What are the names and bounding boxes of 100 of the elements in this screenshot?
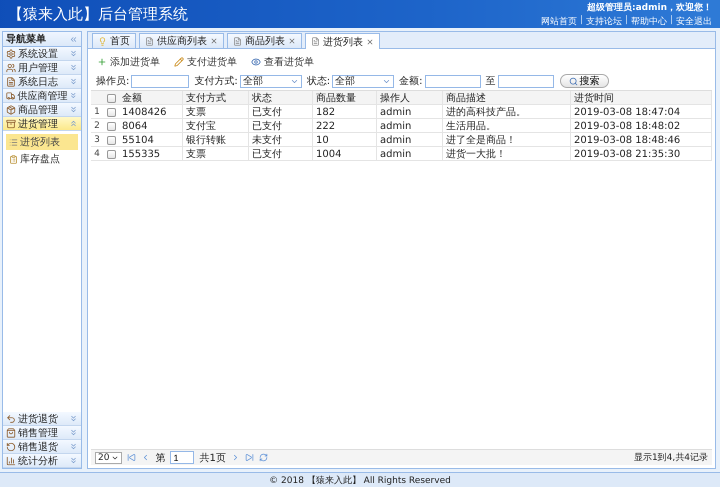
refresh-button[interactable] xyxy=(258,453,268,462)
package-icon xyxy=(6,104,16,114)
rotate-icon xyxy=(6,442,16,452)
filter-label: 金额: xyxy=(399,74,422,88)
table-cell: admin xyxy=(377,147,443,161)
page-label: 第 xyxy=(155,452,166,464)
plus-icon xyxy=(97,57,107,67)
toolbar-button[interactable]: 查看进货单 xyxy=(249,54,316,70)
header-link[interactable]: 网站首页 xyxy=(540,14,577,28)
expand-icon xyxy=(69,63,78,72)
document-icon xyxy=(311,37,320,46)
filter-label: 操作员: xyxy=(96,75,130,88)
list-icon xyxy=(9,138,18,146)
row-checkbox[interactable] xyxy=(106,150,116,158)
nav-section[interactable]: 进货退货 xyxy=(3,412,81,426)
filter-label: 支付方式: xyxy=(194,74,238,88)
table-cell: 支票 xyxy=(183,147,249,161)
welcome-text: 超级管理员:admin，欢迎您！ xyxy=(587,1,712,14)
last-page-button[interactable] xyxy=(244,453,254,462)
table-cell: 已支付 xyxy=(249,147,313,161)
first-page-button[interactable] xyxy=(127,453,136,462)
nav-section-label: 系统日志 xyxy=(18,76,59,88)
nav-section[interactable]: 统计分析 xyxy=(3,454,81,468)
nav-item[interactable]: 库存盘点 xyxy=(6,151,78,167)
bag-icon xyxy=(6,428,16,438)
filter-label: 状态: xyxy=(306,74,330,88)
expand-icon xyxy=(69,456,78,465)
expand-icon xyxy=(69,442,78,451)
nav-section[interactable]: 销售管理 xyxy=(3,426,81,440)
app-title: 【猿来入此】后台管理系统 xyxy=(8,4,188,24)
archive-icon xyxy=(6,118,16,128)
nav-title-text: 导航菜单 xyxy=(6,32,46,46)
header-link[interactable]: 安全退出 xyxy=(676,14,712,28)
operator-field[interactable] xyxy=(131,74,190,88)
document-icon xyxy=(145,36,154,46)
tab[interactable]: 商品列表 xyxy=(227,33,302,48)
link-separator: | xyxy=(624,14,628,26)
users-icon xyxy=(6,62,16,72)
page-size-select[interactable]: 20 xyxy=(95,452,122,464)
row-number: 2 xyxy=(93,121,101,131)
header-link[interactable]: 支持论坛 xyxy=(586,14,622,28)
header-link[interactable]: 帮助中心 xyxy=(630,14,667,28)
undo-icon xyxy=(6,414,16,424)
payment-select[interactable]: 全部 xyxy=(240,74,302,88)
page-number-field[interactable]: 1 xyxy=(170,451,194,464)
nav-section-label: 用户管理 xyxy=(18,62,59,74)
nav-section[interactable]: 系统日志 xyxy=(3,75,81,89)
nav-section-label: 统计分析 xyxy=(18,454,59,468)
tab[interactable]: 进货列表 xyxy=(305,33,380,49)
status-select[interactable]: 全部 xyxy=(332,74,394,88)
search-icon xyxy=(568,76,578,86)
search-button[interactable]: 搜索 xyxy=(560,74,608,88)
lightbulb-icon xyxy=(98,36,107,46)
bar-chart-icon xyxy=(6,456,16,466)
close-icon[interactable] xyxy=(366,38,374,46)
footer-text: © 2018 【猿来入此】 All Rights Reserved xyxy=(0,472,720,487)
close-icon[interactable] xyxy=(288,37,296,45)
row-checkbox[interactable] xyxy=(106,122,116,130)
table-cell: 155335 xyxy=(119,147,183,161)
nav-section[interactable]: 销售退货 xyxy=(3,440,81,454)
close-icon[interactable] xyxy=(210,37,218,45)
tab[interactable]: 首页 xyxy=(92,33,136,48)
link-separator: | xyxy=(670,14,673,26)
amount-max-field[interactable] xyxy=(498,74,554,88)
nav-section-label: 进货管理 xyxy=(18,118,59,130)
row-number: 4 xyxy=(93,149,101,159)
toolbar-button[interactable]: 添加进货单 xyxy=(95,54,162,70)
nav-section[interactable]: 系统设置 xyxy=(3,47,81,61)
table-cell: 1004 xyxy=(313,147,377,161)
nav-section[interactable]: 供应商管理 xyxy=(3,89,81,103)
nav-section-label: 销售退货 xyxy=(18,440,59,454)
row-checkbox[interactable] xyxy=(106,108,116,116)
nav-section-label: 进货退货 xyxy=(18,412,59,426)
collapse-icon xyxy=(69,119,78,128)
collapse-icon[interactable] xyxy=(69,34,78,44)
truck-icon xyxy=(6,90,16,100)
nav-section-label: 销售管理 xyxy=(18,426,59,440)
table-cell: 进货一大批！ xyxy=(443,147,571,161)
table-cell: 2019-03-08 21:35:30 xyxy=(571,147,712,161)
nav-section-label: 系统设置 xyxy=(18,48,59,60)
filter-label: 至 xyxy=(486,75,496,88)
tab[interactable]: 供应商列表 xyxy=(139,33,224,48)
select-all-checkbox[interactable] xyxy=(106,94,116,102)
row-checkbox[interactable] xyxy=(106,136,116,144)
nav-section[interactable]: 用户管理 xyxy=(3,61,81,75)
pencil-icon xyxy=(174,57,184,67)
document-icon xyxy=(6,76,16,86)
record-summary: 显示1到4,共4记录 xyxy=(634,452,708,464)
expand-icon xyxy=(69,49,78,58)
eye-icon xyxy=(251,57,261,67)
expand-icon xyxy=(69,428,78,437)
nav-item[interactable]: 进货列表 xyxy=(6,134,78,150)
toolbar-button[interactable]: 支付进货单 xyxy=(172,54,239,70)
expand-icon xyxy=(69,77,78,86)
document-icon xyxy=(233,36,242,46)
nav-section[interactable]: 商品管理 xyxy=(3,103,81,117)
expand-icon xyxy=(69,414,78,423)
amount-min-field[interactable] xyxy=(424,74,480,88)
gear-icon xyxy=(6,48,16,58)
nav-section[interactable]: 进货管理 xyxy=(3,117,81,131)
